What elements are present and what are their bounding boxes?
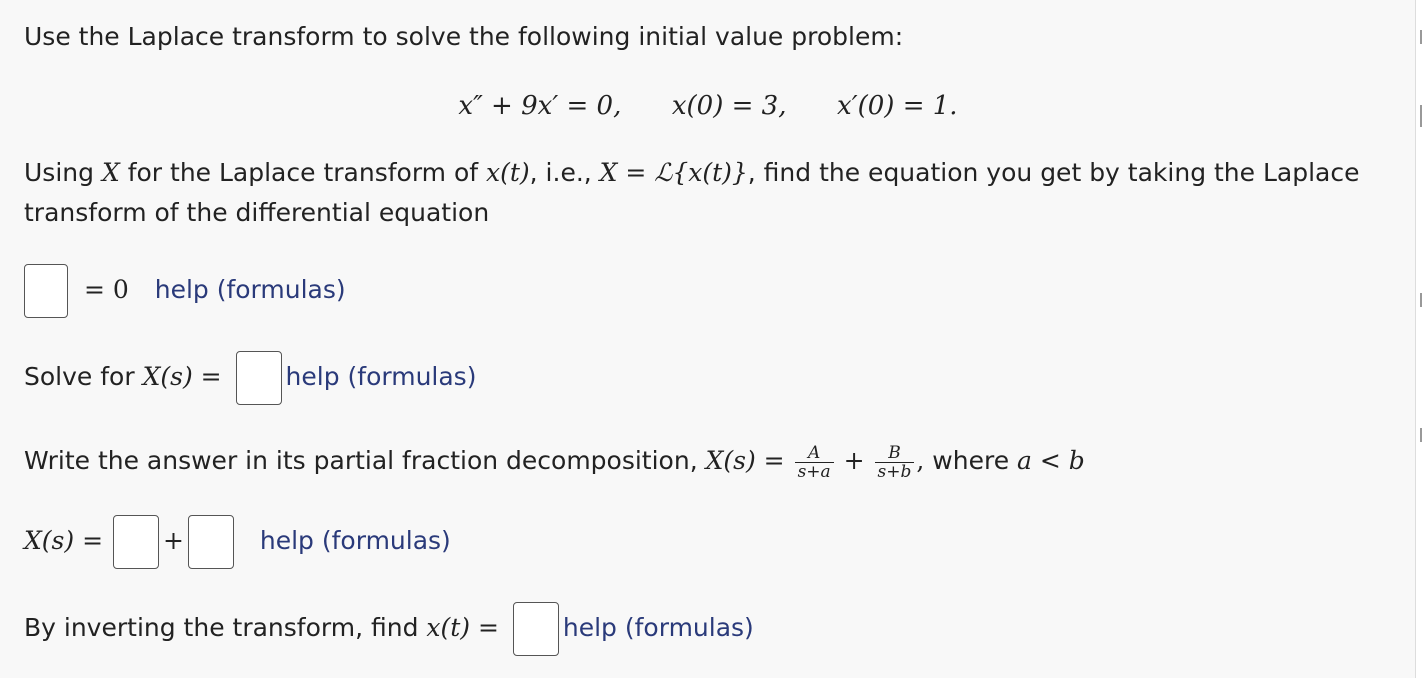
fraction-B-numerator: B xyxy=(874,444,915,463)
step1-text-e: transform of the differential equation xyxy=(24,198,490,227)
step2-row: Solve for X(s) = help (formulas) xyxy=(24,351,476,405)
help-formulas-link-1[interactable]: help (formulas) xyxy=(155,275,346,304)
intro-text: Use the Laplace transform to solve the f… xyxy=(24,21,903,53)
right-edge-strip xyxy=(1417,0,1424,678)
step3-answer-row: X(s) = + help (formulas) xyxy=(24,514,451,569)
help-formulas-link-3[interactable]: help (formulas) xyxy=(260,526,451,555)
x-t-input[interactable] xyxy=(512,602,559,656)
step3-text: Write the answer in its partial fraction… xyxy=(24,446,706,475)
fraction-A-denominator: s+a xyxy=(797,461,831,482)
fraction-B: Bs+b xyxy=(874,444,915,482)
step1-instruction-line2: transform of the differential equation xyxy=(24,197,489,229)
condition-a-lt-b: a < b xyxy=(1017,446,1085,475)
edge-mark-1 xyxy=(1420,30,1422,44)
edge-mark-4 xyxy=(1420,428,1422,442)
edge-mark-2 xyxy=(1420,105,1422,127)
partial-fraction-input-1[interactable] xyxy=(112,515,159,569)
step1-text-d: , find the equation you get by taking th… xyxy=(747,158,1360,187)
step1-var-xt: x(t) xyxy=(486,158,530,187)
intro-label: Use the Laplace transform to solve the f… xyxy=(24,22,904,51)
equals-zero: = 0 xyxy=(83,275,129,304)
initial-condition-2: x′(0) = 1. xyxy=(837,91,958,121)
fraction-A: As+a xyxy=(794,444,834,482)
fraction-A-numerator: A xyxy=(794,444,834,463)
help-formulas-link-4[interactable]: help (formulas) xyxy=(563,613,754,642)
step3-answer-lhs: X(s) = xyxy=(24,526,104,555)
step1-text-a: Using xyxy=(24,158,102,187)
help-formulas-link-2[interactable]: help (formulas) xyxy=(286,362,477,391)
X-s-input[interactable] xyxy=(235,351,282,405)
step1-answer-row: = 0 help (formulas) xyxy=(24,264,346,318)
step1-text-b: for the Laplace transform of xyxy=(119,158,486,187)
answer-plus-sign: + xyxy=(162,526,184,555)
fraction-B-denominator: s+b xyxy=(877,461,912,482)
step2-label: Solve for xyxy=(24,362,143,391)
ode-equation: x″ + 9x′ = 0, x(0) = 3, x′(0) = 1. xyxy=(0,90,1416,122)
problem-panel: Use the Laplace transform to solve the f… xyxy=(0,0,1416,678)
step3-instruction: Write the answer in its partial fraction… xyxy=(24,441,1085,481)
step2-expression: X(s) = xyxy=(142,362,222,391)
partial-fraction-input-2[interactable] xyxy=(187,515,234,569)
step1-text-c: , i.e., xyxy=(529,158,600,187)
edge-mark-3 xyxy=(1420,293,1422,307)
step1-definition: X = ℒ{x(t)} xyxy=(599,158,748,187)
step3-expression: X(s) = xyxy=(705,446,785,475)
where-text: where xyxy=(924,446,1018,475)
laplace-equation-input[interactable] xyxy=(24,264,68,318)
plus-sign: + xyxy=(843,446,865,475)
step4-row: By inverting the transform, find x(t) = … xyxy=(24,601,754,656)
step4-text: By inverting the transform, find xyxy=(24,613,427,642)
ode-expression: x″ + 9x′ = 0, xyxy=(458,91,622,121)
step4-expression: x(t) = xyxy=(426,613,499,642)
step1-instruction: Using X for the Laplace transform of x(t… xyxy=(24,157,1360,189)
step1-var-X: X xyxy=(101,158,120,187)
initial-condition-1: x(0) = 3, xyxy=(671,91,787,121)
